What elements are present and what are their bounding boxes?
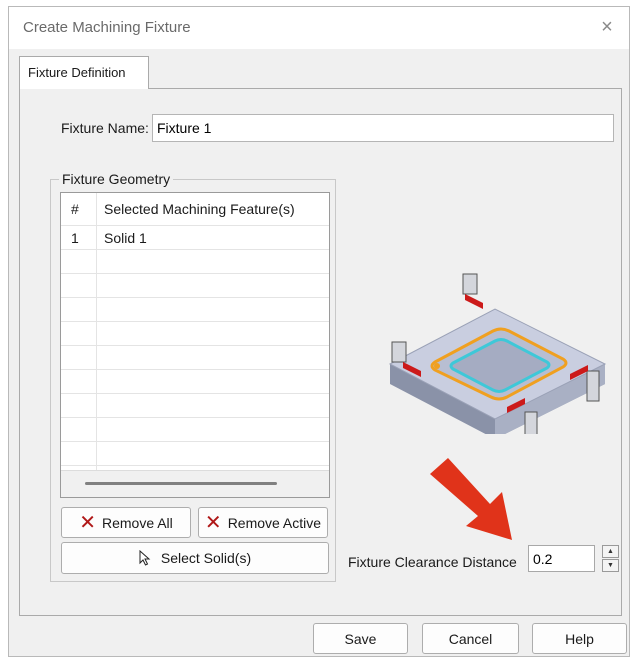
- red-arrow-icon: [430, 458, 512, 540]
- empty-list-row: [61, 394, 329, 418]
- remove-active-button[interactable]: ✕ Remove Active: [198, 507, 328, 538]
- row-feature: Solid 1: [104, 230, 147, 246]
- fixture-clearance-input[interactable]: [528, 545, 595, 572]
- fixture-geometry-legend: Fixture Geometry: [59, 171, 174, 187]
- column-divider: [96, 370, 97, 393]
- empty-list-row: [61, 442, 329, 466]
- remove-all-button[interactable]: ✕ Remove All: [61, 507, 191, 538]
- create-machining-fixture-dialog: Create Machining Fixture × Fixture Defin…: [8, 6, 630, 657]
- chevron-up-icon[interactable]: ▲: [602, 545, 619, 558]
- close-icon[interactable]: ×: [595, 15, 619, 39]
- cancel-button[interactable]: Cancel: [422, 623, 519, 654]
- chevron-down-icon[interactable]: ▼: [602, 559, 619, 572]
- save-button[interactable]: Save: [313, 623, 408, 654]
- column-divider: [96, 442, 97, 465]
- fixture-illustration: [388, 273, 607, 434]
- x-icon: ✕: [79, 511, 96, 534]
- x-icon: ✕: [204, 511, 222, 534]
- list-item[interactable]: 1 Solid 1: [61, 226, 329, 250]
- column-divider: [96, 346, 97, 369]
- fixture-clearance-label: Fixture Clearance Distance: [348, 554, 517, 570]
- fixture-definition-panel: Fixture Name: Fixture Geometry # Selecte…: [19, 88, 622, 616]
- column-divider: [96, 298, 97, 321]
- title-bar: Create Machining Fixture ×: [9, 7, 629, 49]
- column-divider: [96, 394, 97, 417]
- empty-list-row: [61, 298, 329, 322]
- column-divider: [96, 418, 97, 441]
- remove-active-label: Remove Active: [227, 514, 322, 531]
- select-solids-button[interactable]: Select Solid(s): [61, 542, 329, 574]
- empty-list-row: [61, 346, 329, 370]
- list-header: # Selected Machining Feature(s): [61, 193, 329, 226]
- empty-list-row: [61, 418, 329, 442]
- fixture-name-input[interactable]: [152, 114, 614, 142]
- scrollbar-thumb[interactable]: [85, 482, 277, 485]
- column-divider: [96, 226, 97, 249]
- empty-list-row: [61, 250, 329, 274]
- clamp-top: [462, 273, 483, 309]
- column-divider: [96, 274, 97, 297]
- remove-all-label: Remove All: [101, 514, 173, 531]
- horizontal-scrollbar[interactable]: [61, 470, 329, 497]
- column-divider: [96, 322, 97, 345]
- column-header-number: #: [71, 201, 79, 217]
- select-solids-label: Select Solid(s): [160, 550, 252, 566]
- column-header-feature: Selected Machining Feature(s): [104, 201, 295, 217]
- cursor-arrow-icon: [139, 550, 151, 566]
- help-button[interactable]: Help: [532, 623, 627, 654]
- empty-list-row: [61, 370, 329, 394]
- column-divider: [96, 193, 97, 225]
- empty-list-row: [61, 274, 329, 298]
- tab-fixture-definition[interactable]: Fixture Definition: [19, 56, 149, 89]
- fixture-name-label: Fixture Name:: [61, 120, 149, 136]
- dialog-title: Create Machining Fixture: [23, 19, 191, 36]
- empty-list-row: [61, 322, 329, 346]
- row-number: 1: [71, 230, 79, 246]
- selected-features-list[interactable]: # Selected Machining Feature(s) 1 Solid …: [60, 192, 330, 498]
- column-divider: [96, 250, 97, 273]
- fixture-geometry-group: Fixture Geometry # Selected Machining Fe…: [50, 171, 336, 582]
